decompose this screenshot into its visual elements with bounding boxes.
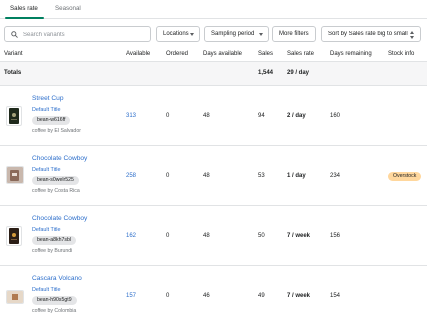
locations-label: Locations — [163, 31, 189, 37]
column-stock-info[interactable]: Stock info — [388, 51, 414, 57]
days-available-value: 48 — [203, 173, 210, 179]
coffee-bag-image — [7, 167, 23, 183]
product-thumbnail[interactable] — [6, 166, 24, 184]
available-link[interactable]: 313 — [126, 113, 136, 119]
product-name-link[interactable]: Street Cup — [32, 95, 64, 102]
days-available-value: 48 — [203, 233, 210, 239]
search-box — [4, 26, 151, 42]
sort-label: Sort by Sales rate big to small — [328, 31, 408, 37]
totals-sales: 1,544 — [258, 70, 274, 76]
coffee-bag-image — [7, 291, 23, 303]
sales-rate-value: 7 / week — [287, 293, 311, 299]
chevron-down-icon — [190, 33, 194, 36]
chevron-down-icon — [259, 33, 263, 36]
more-filters-button[interactable]: More filters — [272, 26, 316, 42]
ordered-value: 0 — [166, 113, 170, 119]
ordered-value: 0 — [166, 293, 170, 299]
sku-badge: bean-s0welr525 — [32, 176, 79, 185]
days-remaining-value: 234 — [330, 173, 341, 179]
column-days-available[interactable]: Days available — [203, 51, 242, 57]
variant-title-link[interactable]: Default Title — [32, 227, 60, 233]
column-sales[interactable]: Sales — [258, 51, 273, 57]
days-remaining-value: 156 — [330, 233, 341, 239]
days-available-value: 48 — [203, 113, 210, 119]
sales-rate-value: 2 / day — [287, 113, 306, 119]
sales-value: 49 — [258, 293, 265, 299]
table-row: Chocolate Cowboy Default Title bean-s0we… — [0, 146, 427, 206]
column-available[interactable]: Available — [126, 51, 150, 57]
tab-bar: Sales rate Seasonal — [0, 0, 427, 19]
table-row: Cascara Volcano Default Title bean-h90s5… — [0, 266, 427, 324]
vendor-text: coffee by Burundi — [32, 248, 73, 254]
ordered-value: 0 — [166, 233, 170, 239]
sku-badge: bean-w616ff — [32, 116, 71, 125]
sort-select[interactable]: Sort by Sales rate big to small — [321, 26, 421, 42]
product-name-link[interactable]: Chocolate Cowboy — [32, 155, 87, 162]
product-name-link[interactable]: Chocolate Cowboy — [32, 215, 87, 222]
more-filters-label: More filters — [279, 31, 309, 37]
sales-value: 53 — [258, 173, 265, 179]
search-icon — [11, 31, 18, 38]
search-input[interactable] — [23, 29, 147, 40]
sales-rate-value: 1 / day — [287, 173, 306, 179]
tab-seasonal[interactable]: Seasonal — [55, 5, 81, 12]
days-remaining-value: 154 — [330, 293, 341, 299]
ordered-value: 0 — [166, 173, 170, 179]
sort-arrows-icon — [410, 31, 415, 39]
variant-title-link[interactable]: Default Title — [32, 167, 60, 173]
days-remaining-value: 160 — [330, 113, 341, 119]
column-days-remaining[interactable]: Days remaining — [330, 51, 372, 57]
variant-title-link[interactable]: Default Title — [32, 287, 60, 293]
variant-title-link[interactable]: Default Title — [32, 107, 60, 113]
tab-sales-rate[interactable]: Sales rate — [10, 5, 38, 12]
totals-row: Totals 1,544 29 / day — [0, 62, 427, 86]
days-available-value: 46 — [203, 293, 210, 299]
column-sales-rate[interactable]: Sales rate — [287, 51, 314, 57]
product-thumbnail[interactable] — [6, 226, 22, 246]
product-name-link[interactable]: Cascara Volcano — [32, 275, 82, 282]
available-link[interactable]: 258 — [126, 173, 136, 179]
sales-value: 94 — [258, 113, 265, 119]
column-ordered[interactable]: Ordered — [166, 51, 188, 57]
sku-badge: bean-h90s5gt9 — [32, 296, 77, 305]
totals-sales-rate: 29 / day — [287, 70, 310, 76]
table-row: Street Cup Default Title bean-w616ff cof… — [0, 86, 427, 146]
sku-badge: bean-a8kh7sbl — [32, 236, 77, 245]
vendor-text: coffee by Colombia — [32, 308, 77, 314]
overstock-badge: Overstock — [388, 172, 422, 181]
product-thumbnail[interactable] — [6, 290, 24, 304]
sampling-period-label: Sampling period — [211, 31, 255, 37]
active-tab-indicator — [5, 17, 44, 19]
table-header: Variant Available Ordered Days available… — [0, 46, 427, 62]
vendor-text: coffee by Costa Rica — [32, 188, 80, 194]
vendor-text: coffee by El Salvador — [32, 128, 81, 134]
sales-rate-value: 7 / week — [287, 233, 311, 239]
product-thumbnail[interactable] — [6, 106, 22, 126]
coffee-bag-image — [9, 108, 19, 124]
available-link[interactable]: 162 — [126, 233, 136, 239]
sampling-period-dropdown[interactable]: Sampling period — [204, 26, 269, 42]
sales-value: 50 — [258, 233, 265, 239]
available-link[interactable]: 157 — [126, 293, 136, 299]
column-variant[interactable]: Variant — [4, 51, 23, 57]
totals-label: Totals — [4, 70, 22, 76]
coffee-bag-image — [9, 228, 19, 244]
filter-toolbar: Locations Sampling period More filters S… — [0, 26, 427, 43]
locations-dropdown[interactable]: Locations — [156, 26, 200, 42]
table-row: Chocolate Cowboy Default Title bean-a8kh… — [0, 206, 427, 266]
